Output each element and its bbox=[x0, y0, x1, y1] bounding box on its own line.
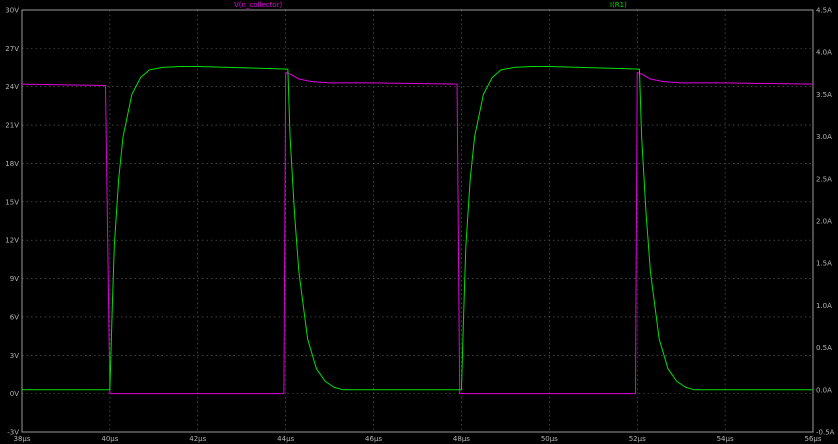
left-axis-ticks: 30V 27V 24V 21V 18V 15V 12V 9V 6V 3V 0V -3V bbox=[5, 7, 19, 437]
right-tick-label: 1.5A bbox=[816, 260, 832, 268]
left-tick-label: 9V bbox=[10, 275, 19, 283]
left-tick-label: 6V bbox=[10, 313, 19, 321]
x-axis-ticks: 38µs 40µs 42µs 44µs 46µs 48µs 50µs 52µs 54µs 56µs bbox=[13, 435, 821, 443]
left-tick-label: 21V bbox=[5, 122, 19, 130]
left-tick-label: 0V bbox=[10, 390, 19, 398]
left-tick-label: 24V bbox=[5, 83, 19, 91]
series-line-current bbox=[22, 66, 813, 391]
left-tick-label: 27V bbox=[5, 45, 19, 53]
plot-frame bbox=[21, 9, 814, 433]
x-tick-label: 52µs bbox=[629, 435, 646, 443]
x-tick-label: 40µs bbox=[101, 435, 118, 443]
left-tick-label: -3V bbox=[7, 429, 19, 437]
x-tick-label: 46µs bbox=[365, 435, 382, 443]
x-tick-label: 54µs bbox=[717, 435, 734, 443]
right-tick-label: 3.0A bbox=[816, 133, 832, 141]
right-tick-label: 4.5A bbox=[816, 7, 832, 15]
left-tick-label: 3V bbox=[10, 352, 19, 360]
right-tick-label: 0.5A bbox=[816, 344, 832, 352]
waveform-plot: 38µs 40µs 42µs 44µs 46µs 48µs 50µs 52µs 54µs 56µs… bbox=[5, 1, 835, 443]
series-line-voltage bbox=[21, 72, 814, 395]
x-tick-label: 44µs bbox=[277, 435, 294, 443]
right-axis-ticks: 4.5A 4.0A 3.5A 3.0A 2.5A 2.0A 1.5A 1.0A 0.5A 0.0A… bbox=[816, 7, 835, 437]
left-tick-label: 18V bbox=[5, 160, 19, 168]
right-tick-label: -0.5A bbox=[816, 429, 835, 437]
trace-label-voltage[interactable]: V(n_collector) bbox=[234, 1, 283, 9]
right-tick-label: 1.0A bbox=[816, 302, 832, 310]
left-tick-label: 12V bbox=[5, 237, 19, 245]
grid bbox=[22, 10, 813, 432]
x-tick-label: 50µs bbox=[541, 435, 558, 443]
right-tick-label: 3.5A bbox=[816, 91, 832, 99]
x-tick-label: 48µs bbox=[453, 435, 470, 443]
right-tick-label: 2.0A bbox=[816, 218, 832, 226]
right-tick-label: 2.5A bbox=[816, 175, 832, 183]
x-tick-label: 42µs bbox=[189, 435, 206, 443]
series-layer bbox=[21, 66, 814, 395]
trace-label-current[interactable]: I(R1) bbox=[610, 1, 627, 9]
left-tick-label: 30V bbox=[5, 7, 19, 15]
right-tick-label: 0.0A bbox=[816, 386, 832, 394]
left-tick-label: 15V bbox=[5, 198, 19, 206]
right-tick-label: 4.0A bbox=[816, 49, 832, 57]
